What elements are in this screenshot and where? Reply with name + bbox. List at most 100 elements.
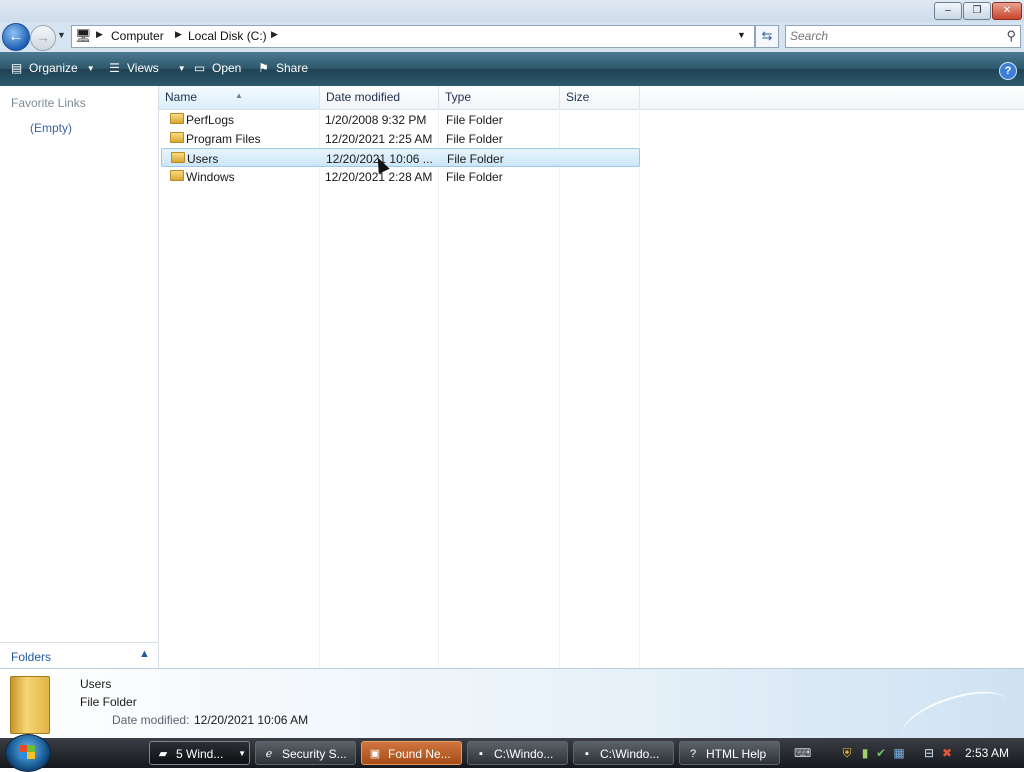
- share-button[interactable]: ⚑ Share: [256, 61, 308, 75]
- organize-button[interactable]: ▤ Organize ▼: [9, 61, 95, 75]
- file-row[interactable]: Windows 12/20/2021 2:28 AM File Folder: [161, 167, 640, 186]
- open-button[interactable]: ▭ Open: [192, 61, 242, 75]
- taskbar-button-label: 5 Wind...: [176, 747, 224, 761]
- taskbar-button-found-new-hardware[interactable]: ▣ Found Ne...: [361, 741, 462, 765]
- open-label: Open: [212, 61, 242, 75]
- details-pane: Users File Folder Date modified: 12/20/2…: [0, 668, 1024, 755]
- search-icon[interactable]: ⚲: [1006, 28, 1016, 44]
- command-bar: ▤ Organize ▼ ☰ Views ▼ ▭ Open ⚑ Share ?: [0, 52, 1024, 86]
- folders-toggle[interactable]: Folders ▲: [0, 642, 158, 669]
- close-button[interactable]: ✕: [992, 2, 1022, 20]
- breadcrumb-computer[interactable]: Computer: [111, 29, 164, 43]
- taskbar-button-label: HTML Help: [706, 747, 767, 761]
- network-icon[interactable]: ⊟: [922, 746, 936, 760]
- organize-label: Organize: [29, 61, 78, 75]
- column-headers: Name ▲ Date modified Type Size: [159, 86, 1024, 110]
- file-row[interactable]: PerfLogs 1/20/2008 9:32 PM File Folder: [161, 110, 640, 129]
- column-divider: [438, 109, 439, 668]
- taskbar-button-label: C:\Windo...: [600, 747, 660, 761]
- file-date: 12/20/2021 2:25 AM: [325, 132, 433, 146]
- file-row-selected[interactable]: Users 12/20/2021 10:06 ... File Folder: [161, 148, 640, 167]
- computer-icon: 🖥: [75, 28, 92, 43]
- folder-icon: [170, 170, 184, 181]
- chevron-down-icon: ▼: [86, 63, 95, 73]
- taskbar-button-cmd-2[interactable]: ▪ C:\Windo...: [573, 741, 674, 765]
- details-date-label: Date modified:: [112, 713, 190, 727]
- taskbar-button-label: Security S...: [282, 747, 347, 761]
- security-shield-icon[interactable]: ⛨: [840, 746, 854, 760]
- share-label: Share: [276, 61, 309, 75]
- breadcrumb-separator-icon[interactable]: ▶: [96, 29, 103, 40]
- start-button[interactable]: [5, 734, 51, 772]
- breadcrumb-separator-icon[interactable]: ▶: [175, 29, 182, 40]
- file-list: Name ▲ Date modified Type Size PerfLogs …: [159, 86, 1024, 668]
- taskbar-button-explorer-group[interactable]: ▰ 5 Wind... ▼: [149, 741, 250, 765]
- system-tray: ⌨ ⛨ ▮ ✔ ▦ ⊟ ✖ 2:53 AM: [790, 741, 1024, 765]
- taskbar: ▰ 5 Wind... ▼ ℯ Security S... ▣ Found Ne…: [0, 734, 1024, 772]
- folder-icon: [170, 113, 184, 124]
- search-input[interactable]: [790, 28, 990, 44]
- file-type: File Folder: [446, 113, 503, 127]
- column-divider: [639, 109, 640, 668]
- address-dropdown-icon[interactable]: ▼: [737, 30, 746, 40]
- details-type: File Folder: [80, 695, 137, 709]
- breadcrumb-separator-icon[interactable]: ▶: [271, 29, 278, 40]
- cmd-icon: ▪: [479, 748, 483, 760]
- clock[interactable]: 2:53 AM: [965, 746, 1009, 760]
- help-button[interactable]: ?: [999, 62, 1017, 80]
- cmd-icon: ▪: [585, 748, 589, 760]
- address-bar[interactable]: 🖥 ▶ Computer ▶ Local Disk (C:) ▶ ▼: [71, 25, 755, 48]
- taskbar-button-label: Found Ne...: [388, 747, 451, 761]
- file-name: PerfLogs: [186, 113, 235, 127]
- chevron-down-icon: ▼: [238, 749, 246, 758]
- column-header-size[interactable]: Size: [560, 86, 640, 109]
- folder-icon: ▰: [158, 748, 168, 760]
- file-name: Windows: [186, 170, 235, 184]
- usb-icon[interactable]: ▮: [858, 746, 872, 760]
- file-type: File Folder: [446, 170, 503, 184]
- help-icon: ?: [689, 748, 697, 760]
- taskbar-button-cmd-1[interactable]: ▪ C:\Windo...: [467, 741, 568, 765]
- column-name-label: Name: [165, 90, 198, 104]
- sort-ascending-icon: ▲: [235, 91, 243, 100]
- column-divider: [559, 109, 560, 668]
- hardware-icon: ▣: [369, 748, 381, 760]
- organize-icon: ▤: [10, 61, 23, 75]
- refresh-button[interactable]: ⇆: [755, 25, 779, 48]
- column-header-name[interactable]: Name ▲: [159, 86, 320, 109]
- windows-logo-icon: [19, 745, 35, 759]
- folder-icon: [171, 152, 185, 163]
- folder-icon: [170, 132, 184, 143]
- safely-remove-icon[interactable]: ✔: [874, 746, 888, 760]
- title-bar: – ❐ ✕: [0, 0, 1024, 22]
- taskbar-button-security[interactable]: ℯ Security S...: [255, 741, 356, 765]
- chevron-up-icon: ▲: [139, 648, 150, 660]
- views-icon: ☰: [109, 61, 120, 75]
- favorite-links-empty: (Empty): [30, 121, 72, 135]
- column-divider: [319, 109, 320, 668]
- file-type: File Folder: [446, 132, 503, 146]
- forward-button[interactable]: →: [30, 25, 56, 51]
- volume-muted-icon[interactable]: ✖: [940, 746, 954, 760]
- share-icon: ⚑: [258, 61, 269, 75]
- views-button[interactable]: ☰ Views ▼: [107, 61, 186, 75]
- minimize-button[interactable]: –: [934, 2, 962, 20]
- file-name: Program Files: [186, 132, 261, 146]
- file-row[interactable]: Program Files 12/20/2021 2:25 AM File Fo…: [161, 129, 640, 148]
- breadcrumb-local-disk[interactable]: Local Disk (C:): [188, 29, 267, 43]
- favorite-links-heading: Favorite Links: [11, 96, 86, 110]
- folders-label: Folders: [11, 650, 52, 664]
- keyboard-icon[interactable]: ⌨: [794, 746, 811, 760]
- taskbar-button-html-help[interactable]: ? HTML Help: [679, 741, 780, 765]
- search-box: ⚲: [785, 25, 1021, 48]
- column-header-date-modified[interactable]: Date modified: [320, 86, 439, 109]
- taskbar-button-label: C:\Windo...: [494, 747, 554, 761]
- hardware-tray-icon[interactable]: ▦: [892, 746, 906, 760]
- details-date-value: 12/20/2021 10:06 AM: [194, 713, 309, 727]
- column-header-type[interactable]: Type: [439, 86, 560, 109]
- folder-icon: [10, 676, 50, 734]
- history-dropdown-icon[interactable]: ▼: [57, 30, 66, 40]
- address-row: ← → ▼ 🖥 ▶ Computer ▶ Local Disk (C:) ▶ ▼…: [0, 22, 1024, 52]
- maximize-button[interactable]: ❐: [963, 2, 991, 20]
- back-button[interactable]: ←: [2, 23, 30, 51]
